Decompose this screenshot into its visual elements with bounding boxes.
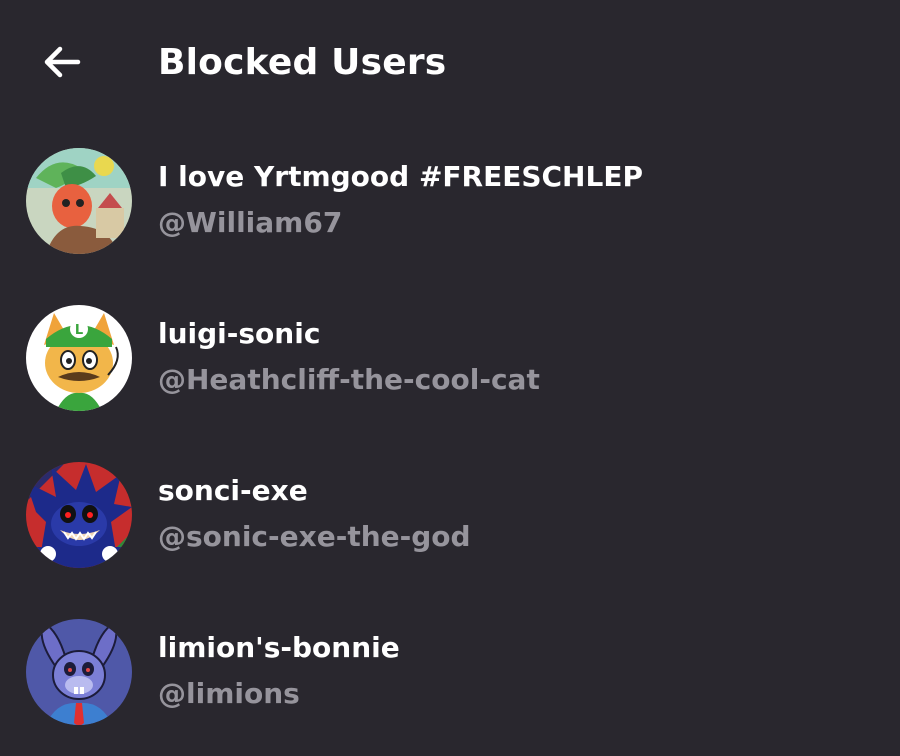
avatar[interactable] (26, 148, 132, 254)
blocked-user-row[interactable]: I love Yrtmgood #FREESCHLEP @William67 (0, 128, 900, 285)
username: @Heathcliff-the-cool-cat (158, 363, 540, 396)
top-bar: Blocked Users (0, 0, 900, 128)
display-name: I love Yrtmgood #FREESCHLEP (158, 160, 643, 193)
username: @limions (158, 677, 300, 710)
back-button[interactable] (40, 42, 84, 82)
blocked-users-list: I love Yrtmgood #FREESCHLEP @William67 L (0, 128, 900, 725)
display-name: limion's-bonnie (158, 631, 400, 664)
blocked-user-row[interactable]: limion's-bonnie @limions (0, 599, 900, 756)
display-name: luigi-sonic (158, 317, 321, 350)
username: @sonic-exe-the-god (158, 520, 471, 553)
svg-text:L: L (75, 323, 83, 338)
display-name: sonci-exe (158, 474, 308, 507)
page-title: Blocked Users (158, 42, 447, 83)
avatar[interactable]: L (26, 305, 132, 411)
blocked-user-row[interactable]: L luigi-sonic @Heathcliff-the-cool-cat (0, 285, 900, 442)
username: @William67 (158, 206, 343, 239)
blocked-user-row[interactable]: sonci-exe @sonic-exe-the-god (0, 442, 900, 599)
avatar[interactable] (26, 462, 132, 568)
avatar[interactable] (26, 619, 132, 725)
arrow-left-icon (44, 46, 81, 78)
